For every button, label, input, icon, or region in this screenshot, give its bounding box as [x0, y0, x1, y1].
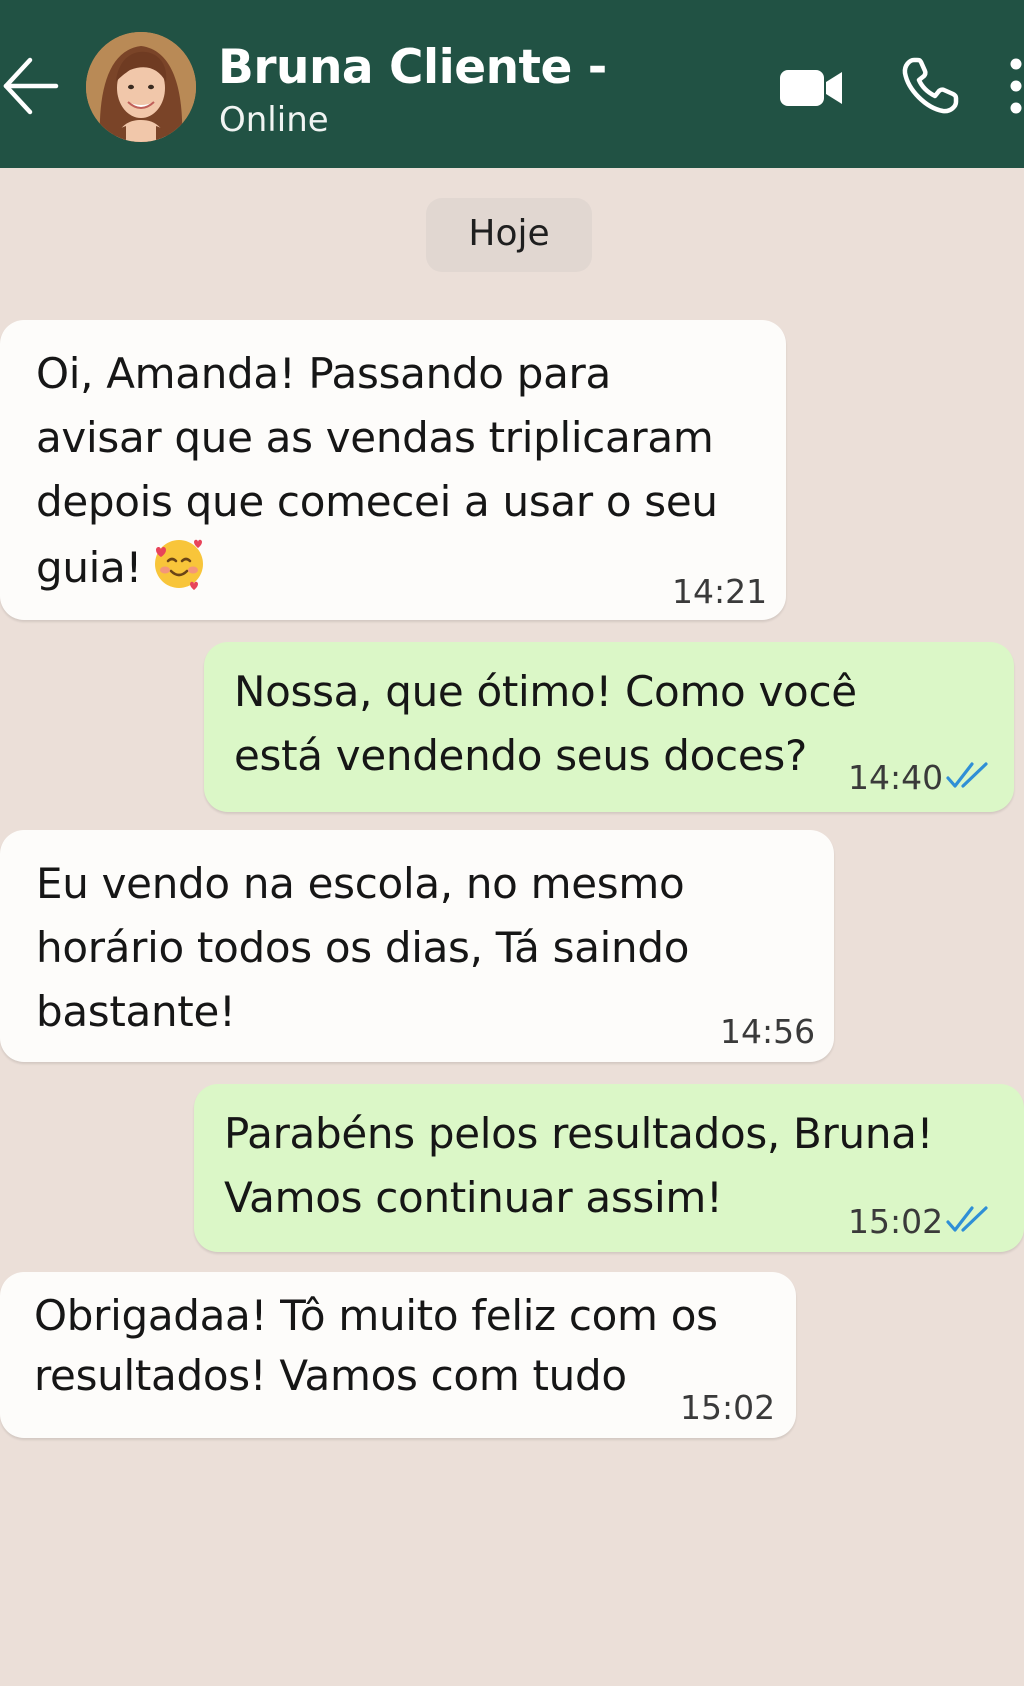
message-text: Obrigadaa! Tô muito feliz com os resulta… [34, 1291, 718, 1400]
avatar[interactable] [86, 32, 196, 142]
message-text: Oi, Amanda! Passando para avisar que as … [36, 349, 718, 592]
message-time: 15:02 [848, 1202, 944, 1241]
message-bubble-incoming[interactable]: Eu vendo na escola, no mesmo horário tod… [0, 830, 834, 1062]
double-check-read-icon [946, 1206, 988, 1232]
back-arrow-icon [3, 57, 59, 115]
more-options-button[interactable] [1004, 56, 1024, 116]
phone-icon [902, 57, 959, 114]
smiling-face-with-hearts-emoji [155, 539, 204, 590]
message-time: 14:40 [848, 758, 944, 797]
contact-status: Online [219, 100, 329, 140]
message-bubble-incoming[interactable]: Obrigadaa! Tô muito feliz com os resulta… [0, 1272, 796, 1438]
message-text: Eu vendo na escola, no mesmo horário tod… [36, 859, 690, 1036]
message-text: Nossa, que ótimo! Como você está vendend… [234, 667, 857, 780]
back-button[interactable] [0, 48, 62, 124]
message-text: Parabéns pelos resultados, Bruna! Vamos … [224, 1109, 934, 1222]
video-call-button[interactable] [778, 64, 846, 112]
message-bubble-incoming[interactable]: Oi, Amanda! Passando para avisar que as … [0, 320, 786, 620]
message-time: 14:21 [672, 572, 768, 611]
date-separator: Hoje [426, 198, 592, 272]
video-call-icon [780, 70, 842, 106]
message-time: 14:56 [720, 1012, 816, 1051]
more-options-icon [1010, 58, 1022, 114]
message-bubble-outgoing[interactable]: Nossa, que ótimo! Como você está vendend… [204, 642, 1014, 812]
message-time: 15:02 [680, 1388, 776, 1427]
contact-name[interactable]: Bruna Cliente - [218, 40, 607, 95]
double-check-read-icon [946, 762, 988, 788]
message-bubble-outgoing[interactable]: Parabéns pelos resultados, Bruna! Vamos … [194, 1084, 1024, 1252]
chat-header: Bruna Cliente - Online [0, 0, 1024, 168]
voice-call-button[interactable] [900, 56, 960, 116]
